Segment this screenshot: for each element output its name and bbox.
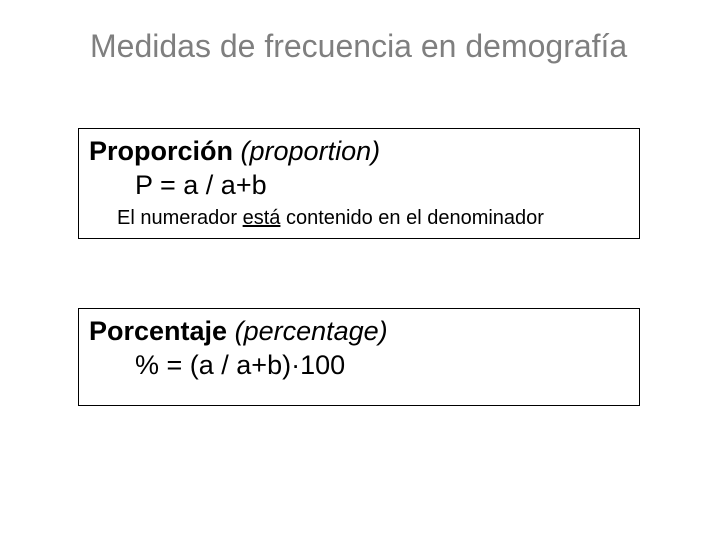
definition-box-proportion: Proporción (proportion) P = a / a+b El n… [78, 128, 640, 239]
term-line-percentage: Porcentaje (percentage) [89, 315, 629, 349]
slide-title: Medidas de frecuencia en demografía [90, 28, 627, 65]
space [227, 316, 235, 346]
note-underline: está [243, 207, 281, 229]
term-translation-percentage: (percentage) [235, 316, 388, 346]
term-line-proportion: Proporción (proportion) [89, 135, 629, 169]
slide: Medidas de frecuencia en demografía Prop… [0, 0, 720, 540]
definition-box-percentage: Porcentaje (percentage) % = (a / a+b)·10… [78, 308, 640, 406]
formula-percentage: % = (a / a+b)·100 [135, 349, 629, 383]
term-percentage: Porcentaje [89, 316, 227, 346]
note-post: contenido en el denominador [280, 207, 544, 229]
formula-proportion: P = a / a+b [135, 169, 629, 203]
term-proportion: Proporción [89, 136, 233, 166]
term-translation-proportion: (proportion) [241, 136, 381, 166]
space [233, 136, 241, 166]
note-proportion: El numerador está contenido en el denomi… [117, 207, 629, 230]
note-pre: El numerador [117, 207, 243, 229]
